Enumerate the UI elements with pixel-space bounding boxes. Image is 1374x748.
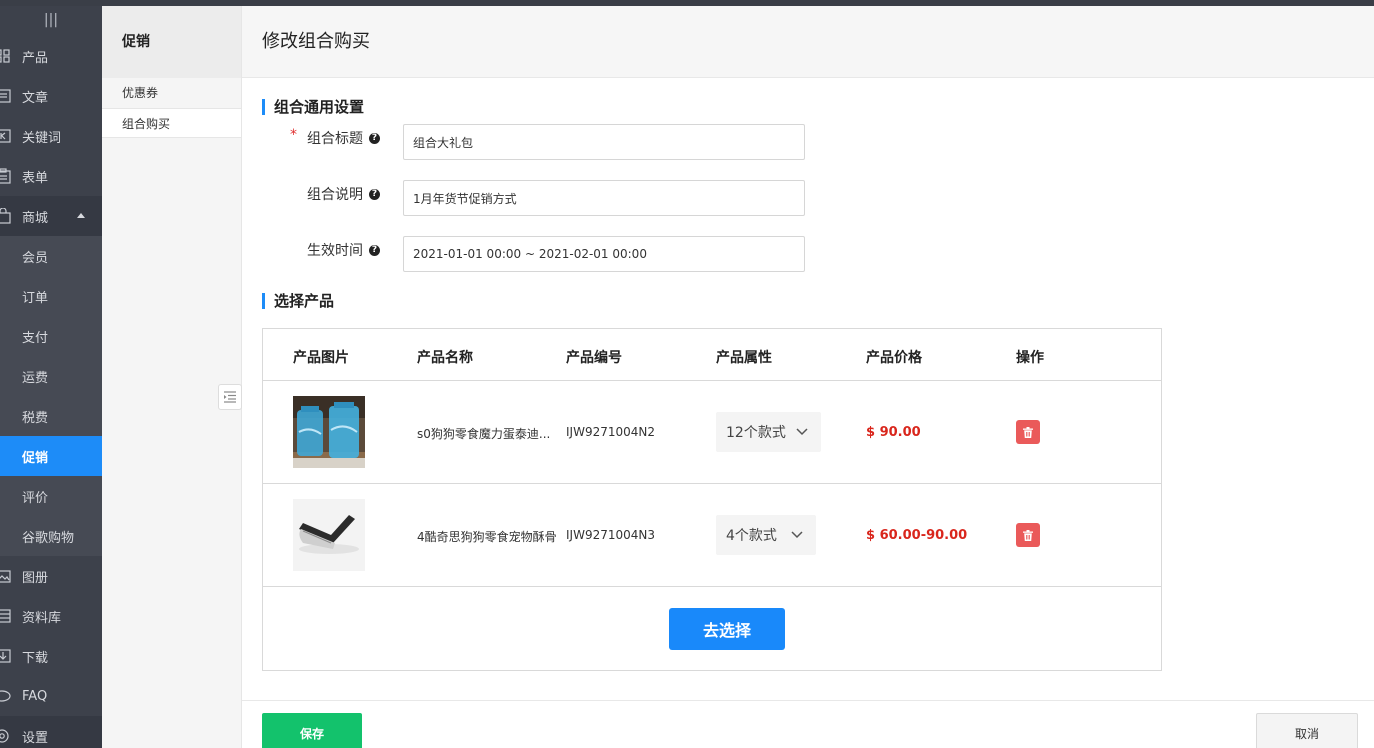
sidebar-item-label: 下载 xyxy=(22,650,49,666)
sidebar-item-products[interactable]: 产品 xyxy=(0,36,102,76)
attribute-select[interactable]: 12个款式 xyxy=(716,412,821,452)
attribute-select-value: 12个款式 xyxy=(726,425,786,441)
header-code: 产品编号 xyxy=(566,350,622,366)
delete-product-button[interactable] xyxy=(1016,523,1040,547)
product-code: IJW9271004N3 xyxy=(566,528,655,542)
sidebar-item-keywords[interactable]: 关键词 xyxy=(0,116,102,156)
header-image: 产品图片 xyxy=(293,350,349,366)
select-products-heading: 选择产品 xyxy=(262,293,334,309)
sidebar-item-label: 设置 xyxy=(22,730,49,746)
sidebar-item-album[interactable]: 图册 xyxy=(0,556,102,596)
sidebar-item-label: 关键词 xyxy=(22,130,62,146)
header-name: 产品名称 xyxy=(417,350,473,366)
delete-product-button[interactable] xyxy=(1016,420,1040,444)
sidebar-subitem-payment[interactable]: 支付 xyxy=(0,316,102,356)
cancel-button[interactable]: 取消 xyxy=(1256,713,1358,748)
sidebar-item-label: 资料库 xyxy=(22,610,62,626)
product-name: 4酷奇思狗狗零食宠物酥骨 xyxy=(417,530,557,544)
main-sidebar: ||| 产品 文章 关键词 表单 商城 会员 订单 支付 运费 税费 促销 评价… xyxy=(0,6,102,748)
page-title: 修改组合购买 xyxy=(242,6,1374,78)
form-icon xyxy=(0,156,22,196)
download-icon xyxy=(0,636,22,676)
sidebar-subitem-orders[interactable]: 订单 xyxy=(0,276,102,316)
effective-time-label: 生效时间? xyxy=(307,240,380,260)
product-price: $ 60.00-90.00 xyxy=(866,528,968,543)
sidebar-item-settings[interactable]: 设置 xyxy=(0,716,102,748)
indent-icon xyxy=(224,391,236,403)
effective-time-row: 生效时间? xyxy=(242,236,842,272)
footer-bar: 保存 取消 xyxy=(242,700,1374,748)
bundle-desc-row: 组合说明? xyxy=(242,180,842,216)
table-row: s0狗狗零食魔力蛋泰迪... IJW9271004N2 12个款式 $ 90.0… xyxy=(263,381,1161,484)
help-icon[interactable]: ? xyxy=(369,244,380,256)
general-settings-heading: 组合通用设置 xyxy=(262,99,364,115)
table-header: 产品图片 产品名称 产品编号 产品属性 产品价格 操作 xyxy=(263,329,1161,381)
album-icon xyxy=(0,556,22,596)
sidebar-item-library[interactable]: 资料库 xyxy=(0,596,102,636)
chat-icon xyxy=(0,676,22,716)
caret-up-icon xyxy=(77,213,85,218)
field-label-text: 组合标题 xyxy=(307,131,363,147)
trash-icon xyxy=(1023,529,1033,541)
product-name: s0狗狗零食魔力蛋泰迪... xyxy=(417,427,551,441)
header-price: 产品价格 xyxy=(866,350,922,366)
trash-icon xyxy=(1023,426,1033,438)
help-icon[interactable]: ? xyxy=(369,132,380,144)
bundle-title-row: * 组合标题? xyxy=(242,124,842,160)
required-mark: * xyxy=(290,127,297,143)
secondary-nav: 促销 优惠券 组合购买 xyxy=(102,6,242,748)
collapse-nav-button[interactable] xyxy=(218,384,242,410)
sidebar-item-label: 图册 xyxy=(22,570,49,586)
secondary-nav-title: 促销 xyxy=(102,6,241,78)
field-label-text: 组合说明 xyxy=(307,187,363,203)
sidebar-subitem-promotion[interactable]: 促销 xyxy=(0,436,102,476)
product-table: 产品图片 产品名称 产品编号 产品属性 产品价格 操作 s0狗狗零食魔力蛋泰迪.… xyxy=(262,328,1162,671)
sidebar-toggle[interactable]: ||| xyxy=(0,6,102,36)
sidebar-item-label: 文章 xyxy=(22,90,49,106)
sidebar-item-shop[interactable]: 商城 xyxy=(0,196,102,236)
sidebar-subitem-reviews[interactable]: 评价 xyxy=(0,476,102,516)
subnav-item-bundle[interactable]: 组合购买 xyxy=(102,108,241,138)
attribute-select-value: 4个款式 xyxy=(726,528,777,544)
bundle-desc-label: 组合说明? xyxy=(307,184,380,204)
bundle-desc-input[interactable] xyxy=(403,180,805,216)
chevron-down-icon xyxy=(796,428,808,436)
table-row: 4酷奇思狗狗零食宠物酥骨 IJW9271004N3 4个款式 $ 60.00-9… xyxy=(263,484,1161,587)
attribute-select[interactable]: 4个款式 xyxy=(716,515,816,555)
main-panel: 修改组合购买 组合通用设置 * 组合标题? 组合说明? 生效时间? 选择产品 产… xyxy=(242,6,1374,748)
bundle-title-input[interactable] xyxy=(403,124,805,160)
header-attributes: 产品属性 xyxy=(716,350,772,366)
chevron-down-icon xyxy=(791,531,803,539)
keyword-icon xyxy=(0,116,22,156)
sidebar-item-forms[interactable]: 表单 xyxy=(0,156,102,196)
settings-icon xyxy=(0,716,22,748)
sidebar-subitem-tax[interactable]: 税费 xyxy=(0,396,102,436)
sidebar-subitem-google-shopping[interactable]: 谷歌购物 xyxy=(0,516,102,556)
article-icon xyxy=(0,76,22,116)
help-icon[interactable]: ? xyxy=(369,188,380,200)
sidebar-subitem-members[interactable]: 会员 xyxy=(0,236,102,276)
choose-products-button[interactable]: 去选择 xyxy=(669,608,785,650)
sidebar-item-label: FAQ xyxy=(22,688,48,704)
product-image-blue-jars xyxy=(293,396,365,468)
product-code: IJW9271004N2 xyxy=(566,425,655,439)
bag-icon xyxy=(0,196,22,236)
product-price: $ 90.00 xyxy=(866,425,921,440)
save-button[interactable]: 保存 xyxy=(262,713,362,748)
grid-icon xyxy=(0,36,22,76)
subnav-item-coupons[interactable]: 优惠券 xyxy=(102,78,241,108)
sidebar-item-download[interactable]: 下载 xyxy=(0,636,102,676)
sidebar-item-faq[interactable]: FAQ xyxy=(0,676,102,716)
sidebar-item-label: 商城 xyxy=(22,210,49,226)
sidebar-subitem-shipping[interactable]: 运费 xyxy=(0,356,102,396)
field-label-text: 生效时间 xyxy=(307,243,363,259)
bundle-title-label: 组合标题? xyxy=(307,128,380,148)
product-image-clip xyxy=(293,499,365,571)
library-icon xyxy=(0,596,22,636)
header-actions: 操作 xyxy=(1016,350,1044,366)
sidebar-item-articles[interactable]: 文章 xyxy=(0,76,102,116)
sidebar-item-label: 表单 xyxy=(22,170,49,186)
sidebar-item-label: 产品 xyxy=(22,50,49,66)
effective-time-input[interactable] xyxy=(403,236,805,272)
